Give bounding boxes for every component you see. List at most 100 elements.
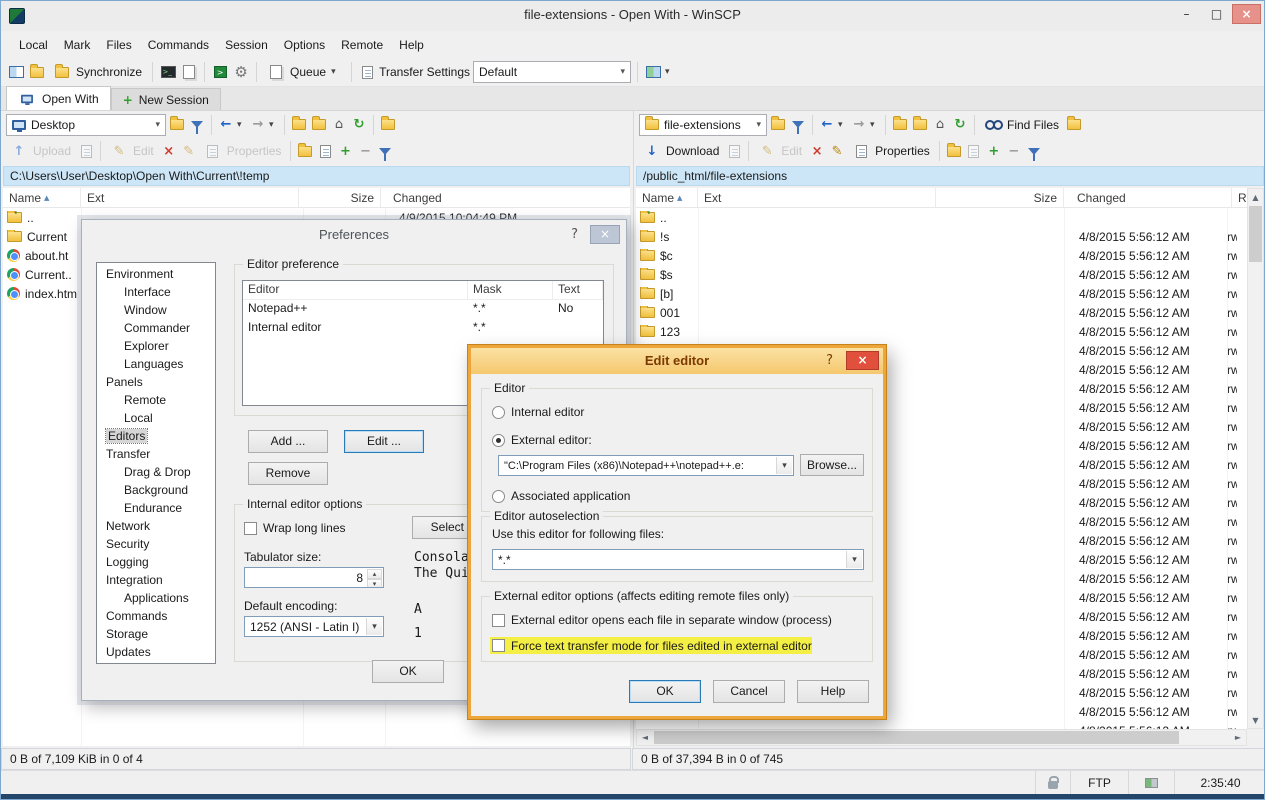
edit-button[interactable]: Edit ... bbox=[344, 430, 424, 453]
external-editor-radio[interactable]: External editor: bbox=[492, 433, 592, 447]
left-col-size[interactable]: Size bbox=[299, 188, 381, 207]
file-row[interactable]: 4/8/2015 5:56:12 AM rw bbox=[636, 721, 1247, 729]
left-home-directory-icon[interactable]: ⌂ bbox=[330, 116, 348, 134]
right-new-folder-icon[interactable] bbox=[945, 142, 963, 160]
default-encoding-select[interactable]: 1252 (ANSI - Latin I) ▾ bbox=[244, 616, 384, 637]
edit-editor-help-button[interactable]: Help bbox=[797, 680, 869, 703]
menu-item[interactable]: Options bbox=[276, 34, 333, 56]
file-row[interactable]: $c 4/8/2015 5:56:12 AM rw bbox=[636, 246, 1247, 265]
right-col-ext[interactable]: Ext bbox=[698, 188, 936, 207]
separate-window-checkbox[interactable]: External editor opens each file in separ… bbox=[492, 613, 832, 627]
file-row[interactable]: !s 4/8/2015 5:56:12 AM rw bbox=[636, 227, 1247, 246]
right-open-directory-icon[interactable] bbox=[769, 116, 787, 134]
file-row[interactable]: .. bbox=[636, 208, 1247, 227]
left-open-directory-icon[interactable] bbox=[168, 116, 186, 134]
left-filter2-icon[interactable] bbox=[376, 142, 394, 160]
left-root-directory-icon[interactable] bbox=[310, 116, 328, 134]
queue-button[interactable]: Queue ▾ bbox=[263, 60, 345, 84]
scrollbar-thumb[interactable] bbox=[654, 731, 1179, 744]
right-delete-icon[interactable]: × bbox=[808, 142, 826, 160]
edit-editor-cancel-button[interactable]: Cancel bbox=[713, 680, 785, 703]
close-button[interactable]: × bbox=[1232, 4, 1261, 24]
right-add-icon[interactable]: + bbox=[985, 142, 1003, 160]
left-edit-alt-icon[interactable]: ✎ bbox=[180, 142, 198, 160]
preferences-tree-item[interactable]: Storage bbox=[97, 625, 215, 643]
preferences-tree-item[interactable]: Local bbox=[97, 409, 215, 427]
spin-up-icon[interactable]: ▴ bbox=[367, 569, 382, 579]
left-edit-button[interactable]: ✎ Edit bbox=[106, 139, 158, 163]
preferences-tree-item[interactable]: Interface bbox=[97, 283, 215, 301]
left-back-icon[interactable]: ← bbox=[217, 116, 235, 134]
protocol-status[interactable]: FTP bbox=[1070, 771, 1128, 794]
right-filter2-icon[interactable] bbox=[1025, 142, 1043, 160]
right-col-size[interactable]: Size bbox=[936, 188, 1064, 207]
right-filter-icon[interactable] bbox=[789, 116, 807, 134]
preferences-tree-item[interactable]: Languages bbox=[97, 355, 215, 373]
preferences-ok-button[interactable]: OK bbox=[372, 660, 444, 683]
right-path-bar[interactable]: /public_html/file-extensions bbox=[636, 166, 1264, 186]
file-mask-select[interactable]: *.* ▾ bbox=[492, 549, 864, 570]
left-refresh-icon[interactable]: ↻ bbox=[350, 116, 368, 134]
file-row[interactable]: 001 4/8/2015 5:56:12 AM rw bbox=[636, 303, 1247, 322]
preferences-gear-icon[interactable]: ⚙ bbox=[232, 63, 250, 81]
external-editor-path-combo[interactable]: "C:\Program Files (x86)\Notepad++\notepa… bbox=[498, 455, 794, 476]
left-add-icon[interactable]: + bbox=[336, 142, 354, 160]
editor-table-row[interactable]: Internal editor *.* bbox=[243, 319, 603, 338]
menu-item[interactable]: Help bbox=[391, 34, 432, 56]
associated-application-radio[interactable]: Associated application bbox=[492, 489, 630, 503]
preferences-tree-item[interactable]: Applications bbox=[97, 589, 215, 607]
left-back-dropdown-icon[interactable]: ▾ bbox=[237, 120, 247, 130]
preferences-tree-item[interactable]: Commands bbox=[97, 607, 215, 625]
file-row[interactable]: $s 4/8/2015 5:56:12 AM rw bbox=[636, 265, 1247, 284]
right-horizontal-scrollbar[interactable]: ◄ ► bbox=[636, 729, 1247, 746]
menu-item[interactable]: Files bbox=[98, 34, 139, 56]
left-copy-icon[interactable] bbox=[77, 142, 95, 160]
edit-editor-ok-button[interactable]: OK bbox=[629, 680, 701, 703]
session-toggle[interactable] bbox=[1128, 771, 1174, 794]
encryption-status[interactable] bbox=[1035, 771, 1070, 794]
close-icon[interactable]: × bbox=[846, 351, 879, 370]
left-forward-dropdown-icon[interactable]: ▾ bbox=[269, 120, 279, 130]
wrap-long-lines-option[interactable]: Wrap long lines bbox=[244, 521, 346, 535]
left-col-name[interactable]: Name ▲ bbox=[3, 188, 81, 207]
preferences-tree-item[interactable]: Security bbox=[97, 535, 215, 553]
left-new-file-icon[interactable] bbox=[316, 142, 334, 160]
right-directory-combo[interactable]: file-extensions ▾ bbox=[639, 114, 767, 136]
add-button[interactable]: Add ... bbox=[248, 430, 328, 453]
help-icon[interactable]: ? bbox=[571, 227, 578, 242]
preferences-tree-item[interactable]: Editors bbox=[97, 427, 215, 445]
scroll-left-icon[interactable]: ◄ bbox=[637, 730, 653, 745]
remove-button[interactable]: Remove bbox=[248, 462, 328, 485]
file-row[interactable]: 123 4/8/2015 5:56:12 AM rw bbox=[636, 322, 1247, 341]
right-parent-directory-icon[interactable] bbox=[891, 116, 909, 134]
preferences-tree-item[interactable]: Commander bbox=[97, 319, 215, 337]
preferences-tree-item[interactable]: Updates bbox=[97, 643, 215, 661]
upload-button[interactable]: ↑ Upload bbox=[6, 139, 75, 163]
transfer-mode-icon[interactable] bbox=[180, 63, 198, 81]
left-remove-icon[interactable]: − bbox=[356, 142, 374, 160]
menu-item[interactable]: Local bbox=[11, 34, 56, 56]
right-col-changed[interactable]: Changed bbox=[1064, 188, 1232, 207]
col-editor[interactable]: Editor bbox=[243, 281, 468, 299]
scroll-right-icon[interactable]: ► bbox=[1230, 730, 1246, 745]
right-col-name[interactable]: Name ▲ bbox=[636, 188, 698, 207]
scroll-down-icon[interactable]: ▼ bbox=[1248, 712, 1263, 728]
right-add-bookmark-icon[interactable] bbox=[1065, 116, 1083, 134]
putty-terminal-icon[interactable]: > bbox=[211, 63, 229, 81]
right-new-file-icon[interactable] bbox=[965, 142, 983, 160]
preferences-tree-item[interactable]: Drag & Drop bbox=[97, 463, 215, 481]
transfer-preset-combo[interactable]: Default ▾ bbox=[473, 61, 631, 83]
right-edit-button[interactable]: ✎ Edit bbox=[754, 139, 806, 163]
preferences-tree-item[interactable]: Network bbox=[97, 517, 215, 535]
right-remove-icon[interactable]: − bbox=[1005, 142, 1023, 160]
left-directory-combo[interactable]: Desktop ▾ bbox=[6, 114, 166, 136]
close-icon[interactable]: × bbox=[590, 225, 620, 244]
console-icon[interactable]: >_ bbox=[159, 63, 177, 81]
commander-layout-icon[interactable] bbox=[7, 63, 25, 81]
left-filter-icon[interactable] bbox=[188, 116, 206, 134]
right-forward-dropdown-icon[interactable]: ▾ bbox=[870, 120, 880, 130]
editor-table-row[interactable]: Notepad++ *.* No bbox=[243, 300, 603, 319]
left-forward-icon[interactable]: → bbox=[249, 116, 267, 134]
find-files-button[interactable]: Find Files bbox=[980, 113, 1063, 137]
preferences-tree-item[interactable]: Integration bbox=[97, 571, 215, 589]
